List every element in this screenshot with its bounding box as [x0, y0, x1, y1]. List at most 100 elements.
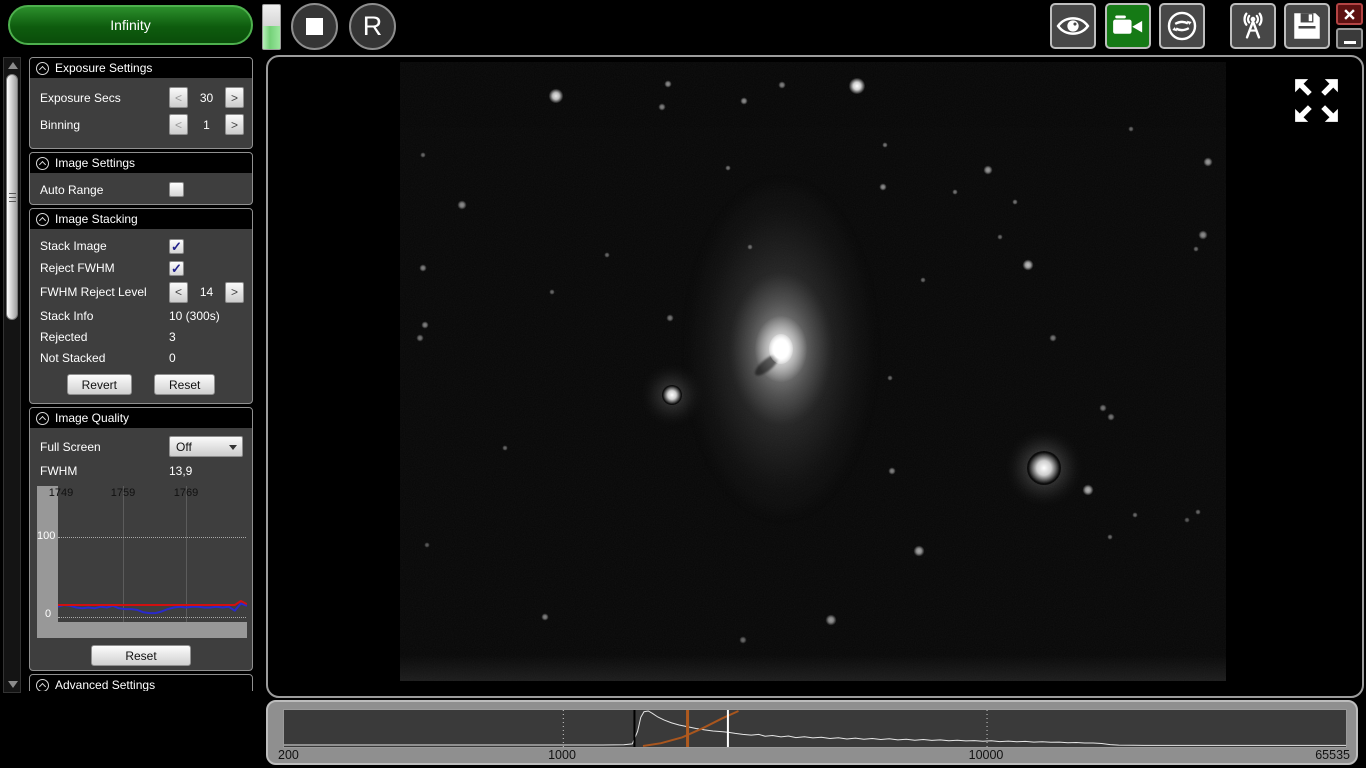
infinity-button[interactable]: Infinity	[8, 5, 253, 45]
camera-image	[400, 62, 1226, 681]
histogram-plot[interactable]	[283, 709, 1347, 748]
advanced-settings-section: Advanced Settings	[29, 674, 253, 691]
section-header-image-stacking[interactable]: Image Stacking	[30, 209, 252, 229]
quality-reset-button[interactable]: Reset	[91, 645, 191, 666]
star	[416, 334, 423, 341]
full-screen-select[interactable]: Off	[169, 436, 243, 457]
stop-button[interactable]	[291, 3, 338, 50]
fullscreen-icon[interactable]	[1288, 72, 1345, 129]
histogram-tick-65535: 65535	[1315, 748, 1350, 762]
fwhm-value: 13,9	[169, 464, 192, 478]
sensor-glow-band	[400, 655, 1226, 681]
auto-range-checkbox[interactable]	[169, 182, 184, 197]
fwhm-label: FWHM	[40, 464, 169, 478]
star	[658, 103, 666, 111]
scroll-down-icon[interactable]	[8, 681, 18, 688]
star	[740, 97, 748, 105]
collapse-icon	[36, 62, 49, 75]
star	[913, 545, 924, 556]
reject-fwhm-checkbox[interactable]: ✓	[169, 261, 184, 276]
image-quality-section: Image Quality Full Screen Off FWHM 13,9	[29, 407, 253, 671]
binning-increase-button[interactable]: >	[225, 114, 244, 135]
star	[1082, 484, 1093, 495]
exposure-secs-decrease-button[interactable]: <	[169, 87, 188, 108]
minimize-icon	[1344, 41, 1356, 44]
close-icon	[1344, 9, 1355, 20]
stack-image-label: Stack Image	[40, 239, 169, 253]
scrollbar-grip-icon	[9, 193, 16, 202]
auto-range-label: Auto Range	[40, 183, 169, 197]
fwhm-reject-decrease-button[interactable]: <	[169, 282, 188, 303]
fwhm-trend-chart: 100 0 1749 1759 1769	[37, 486, 247, 638]
reset-stack-button[interactable]: R	[349, 3, 396, 50]
video-mode-button[interactable]	[1105, 3, 1151, 49]
chart-x-axis-strip	[37, 622, 247, 638]
app-root: Infinity R	[0, 0, 1366, 768]
star	[548, 88, 564, 104]
rejected-value: 3	[169, 330, 176, 344]
histogram-tick-10000: 10000	[969, 748, 1004, 762]
histogram-tick-200: 200	[278, 748, 299, 762]
star	[825, 614, 836, 625]
video-camera-icon	[1111, 9, 1145, 43]
star	[457, 200, 466, 209]
star	[983, 165, 992, 174]
preview-mode-button[interactable]	[1050, 3, 1096, 49]
fwhm-reject-level-label: FWHM Reject Level	[40, 285, 169, 299]
binning-stepper: < 1 >	[169, 114, 244, 135]
rejected-label: Rejected	[40, 330, 169, 344]
section-title: Exposure Settings	[55, 61, 152, 75]
binning-decrease-button[interactable]: <	[169, 114, 188, 135]
stack-image-checkbox[interactable]: ✓	[169, 239, 184, 254]
star	[739, 636, 746, 643]
broadcast-button[interactable]	[1230, 3, 1276, 49]
histogram-curve	[284, 710, 1346, 747]
section-header-advanced-settings[interactable]: Advanced Settings	[30, 675, 252, 691]
eye-icon	[1056, 9, 1090, 43]
collapse-icon	[36, 679, 49, 692]
check-icon: ✓	[171, 240, 182, 253]
scroll-up-icon[interactable]	[8, 62, 18, 69]
exposure-secs-value: 30	[188, 91, 225, 105]
star	[1027, 451, 1061, 485]
antenna-icon	[1236, 9, 1270, 43]
stack-info-label: Stack Info	[40, 309, 169, 323]
fwhm-trend-lines	[58, 486, 247, 622]
save-button[interactable]	[1284, 3, 1330, 49]
full-screen-label: Full Screen	[40, 440, 169, 454]
reject-fwhm-label: Reject FWHM	[40, 261, 169, 275]
star	[1049, 334, 1056, 341]
exposure-secs-increase-button[interactable]: >	[225, 87, 244, 108]
progress-fill	[263, 26, 280, 49]
exposure-settings-section: Exposure Settings Exposure Secs < 30 > B…	[29, 57, 253, 149]
section-header-image-quality[interactable]: Image Quality	[30, 408, 252, 428]
section-title: Image Quality	[55, 411, 129, 425]
close-button[interactable]	[1336, 3, 1363, 25]
sidebar-scrollbar[interactable]	[3, 57, 21, 693]
loop-restack-button[interactable]	[1159, 3, 1205, 49]
star	[1198, 230, 1207, 239]
fwhm-reject-increase-button[interactable]: >	[225, 282, 244, 303]
fwhm-reject-stepper: < 14 >	[169, 282, 244, 303]
not-stacked-value: 0	[169, 351, 176, 365]
image-viewer[interactable]	[266, 55, 1364, 698]
section-header-image-settings[interactable]: Image Settings	[30, 153, 252, 173]
floppy-save-icon	[1290, 9, 1324, 43]
star	[666, 314, 673, 321]
histogram-panel[interactable]: 200 1000 10000 65535	[266, 700, 1358, 765]
star	[1099, 404, 1106, 411]
stacking-reset-button[interactable]: Reset	[154, 374, 215, 395]
minimize-button[interactable]	[1336, 28, 1363, 49]
star	[664, 80, 672, 88]
collapse-icon	[36, 412, 49, 425]
scrollbar-thumb[interactable]	[6, 74, 18, 320]
chart-y-axis-strip	[37, 486, 58, 622]
revert-button[interactable]: Revert	[67, 374, 132, 395]
stop-icon	[306, 18, 323, 35]
exposure-progress-bar	[262, 4, 281, 50]
section-header-exposure-settings[interactable]: Exposure Settings	[30, 58, 252, 78]
binning-value: 1	[188, 118, 225, 132]
full-screen-value: Off	[176, 440, 192, 454]
star	[778, 81, 786, 89]
loop-arrows-icon	[1165, 9, 1199, 43]
